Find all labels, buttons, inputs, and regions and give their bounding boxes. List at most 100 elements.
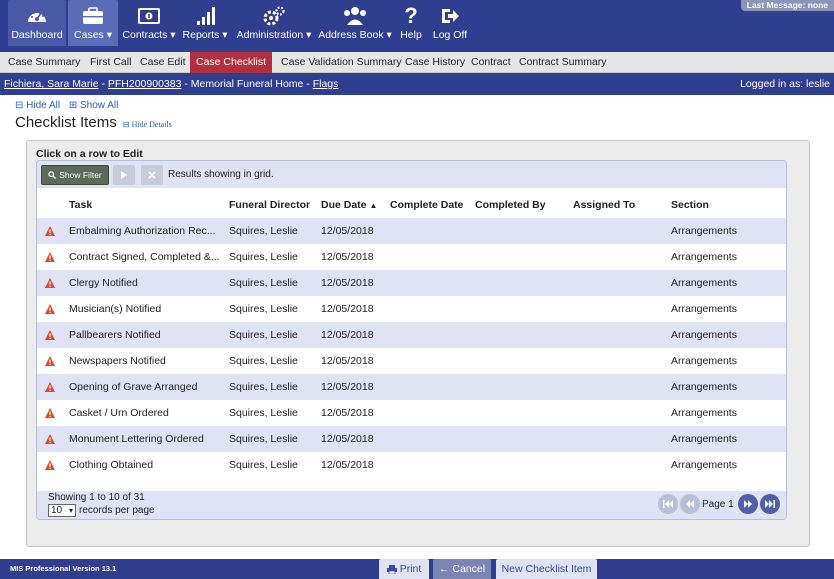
first-page-button[interactable] [658, 494, 678, 514]
cell-section: Arrangements [671, 355, 737, 367]
nav-label: Cases [74, 29, 104, 41]
cell-funeral-director: Squires, Leslie [229, 329, 298, 341]
cell-funeral-director: Squires, Leslie [229, 225, 298, 237]
records-per-page-select[interactable]: 10 ▾ [48, 504, 76, 517]
column-header-completed-by[interactable]: Completed By [475, 194, 546, 218]
new-checklist-item-button[interactable]: New Checklist Item [496, 559, 597, 579]
warning-icon [45, 330, 55, 340]
nav-label: Dashboard [11, 29, 63, 41]
cell-task: Clergy Notified [69, 277, 138, 289]
panel-caption: Click on a row to Edit [36, 148, 143, 160]
tab-case-checklist[interactable]: Case Checklist [190, 52, 272, 73]
nav-reports[interactable]: Reports ▾ [182, 0, 228, 46]
table-row[interactable]: Embalming Authorization Rec... Squires, L… [37, 218, 786, 244]
tab-contract[interactable]: Contract [471, 52, 511, 73]
tab-first-call[interactable]: First Call [90, 52, 131, 73]
show-filter-button[interactable]: Show Filter [41, 165, 109, 185]
tab-contract-summary[interactable]: Contract Summary [519, 52, 607, 73]
users-icon [342, 5, 368, 27]
warning-icon [45, 356, 55, 366]
tab-case-edit[interactable]: Case Edit [140, 52, 186, 73]
bar-chart-icon [194, 5, 216, 27]
table-row[interactable]: Casket / Urn Ordered Squires, Leslie 12/05… [37, 400, 786, 426]
cell-due-date: 12/05/2018 [321, 277, 374, 289]
logout-icon [440, 5, 460, 27]
flags-link[interactable]: Flags [313, 78, 339, 90]
briefcase-icon [82, 5, 104, 27]
last-page-icon [765, 500, 775, 508]
nav-label: Help [400, 29, 422, 41]
table-row[interactable]: Pallbearers Notified Squires, Leslie 12/05… [37, 322, 786, 348]
cell-funeral-director: Squires, Leslie [229, 407, 298, 419]
funeral-home-name: - Memorial Funeral Home - [181, 78, 313, 90]
printer-icon [386, 564, 397, 574]
results-status-text: Results showing in grid. [168, 169, 274, 180]
cell-funeral-director: Squires, Leslie [229, 355, 298, 367]
warning-icon [45, 408, 55, 418]
cell-task: Pallbearers Notified [69, 329, 161, 341]
expand-toggles: ⊟ Hide All ⊞ Show All [15, 100, 124, 111]
table-row[interactable]: Clergy Notified Squires, Leslie 12/05/2018… [37, 270, 786, 296]
clear-filter-button[interactable] [141, 165, 163, 185]
records-per-page-label: records per page [79, 505, 155, 516]
column-header-funeral-director[interactable]: Funeral Director [229, 194, 310, 218]
nav-address-book[interactable]: Address Book ▾ [318, 0, 392, 46]
warning-icon [45, 226, 55, 236]
column-header-task[interactable]: Task [69, 194, 92, 218]
hide-details-link[interactable]: ⊟ Hide Details [123, 120, 172, 129]
table-row[interactable]: Monument Lettering Ordered Squires, Lesli… [37, 426, 786, 452]
column-header-complete-date[interactable]: Complete Date [390, 194, 464, 218]
next-page-button[interactable] [738, 494, 758, 514]
client-name-link[interactable]: Fichiera, Sara Marie [4, 78, 99, 90]
cell-funeral-director: Squires, Leslie [229, 251, 298, 263]
cancel-button[interactable]: ← Cancel [433, 559, 491, 579]
logged-in-user: Logged in as: leslie [740, 78, 830, 90]
nav-cases[interactable]: Cases ▾ [68, 0, 118, 46]
nav-contracts[interactable]: Contracts ▾ [120, 0, 178, 46]
table-row[interactable]: Musician(s) Notified Squires, Leslie 12/05… [37, 296, 786, 322]
table-row[interactable]: Newspapers Notified Squires, Leslie 12/05/… [37, 348, 786, 374]
nav-log-off[interactable]: Log Off [430, 0, 470, 46]
show-all-link[interactable]: ⊞ Show All [69, 100, 119, 111]
nav-administration[interactable]: Administration ▾ [236, 0, 312, 46]
cell-due-date: 12/05/2018 [321, 355, 374, 367]
hide-all-link[interactable]: ⊟ Hide All [15, 100, 60, 111]
previous-page-button[interactable] [680, 494, 700, 514]
print-button[interactable]: Print [379, 559, 429, 579]
cell-task: Newspapers Notified [69, 355, 166, 367]
table-row[interactable]: Contract Signed, Completed &... Squires, … [37, 244, 786, 270]
first-page-icon [663, 500, 673, 508]
nav-dashboard[interactable]: Dashboard [8, 0, 66, 46]
print-label: Print [399, 563, 422, 575]
cell-task: Monument Lettering Ordered [69, 433, 204, 445]
records-per-page-value: 10 [51, 505, 63, 516]
top-navigation: Dashboard Cases ▾ Contracts ▾ Reports ▾ … [0, 0, 834, 52]
table-row[interactable]: Opening of Grave Arranged Squires, Leslie… [37, 374, 786, 400]
column-header-section[interactable]: Section [671, 194, 709, 218]
last-page-button[interactable] [760, 494, 780, 514]
page-title-text: Checklist Items [15, 114, 117, 131]
cell-task: Embalming Authorization Rec... [69, 225, 216, 237]
cell-funeral-director: Squires, Leslie [229, 381, 298, 393]
tab-case-validation-summary[interactable]: Case Validation Summary [281, 52, 402, 73]
case-number-link[interactable]: PFH200900383 [108, 78, 182, 90]
cell-task: Opening of Grave Arranged [69, 381, 198, 393]
tab-case-history[interactable]: Case History [405, 52, 465, 73]
tab-case-summary[interactable]: Case Summary [8, 52, 80, 73]
grid-toolbar: Show Filter Results showing in grid. [37, 161, 786, 188]
cell-funeral-director: Squires, Leslie [229, 433, 298, 445]
cell-due-date: 12/05/2018 [321, 303, 374, 315]
cell-section: Arrangements [671, 277, 737, 289]
last-message[interactable]: Last Message: none [740, 0, 834, 11]
page-title: Checklist Items ⊟ Hide Details [15, 114, 172, 131]
column-header-due-date[interactable]: Due Date ▲ [321, 194, 377, 218]
cell-section: Arrangements [671, 433, 737, 445]
apply-filter-button[interactable] [113, 165, 135, 185]
chevron-down-icon: ▾ [68, 506, 73, 515]
table-row[interactable]: Clothing Obtained Squires, Leslie 12/05/20… [37, 452, 786, 478]
show-filter-label: Show Filter [59, 170, 102, 180]
column-header-assigned-to[interactable]: Assigned To [573, 194, 635, 218]
nav-help[interactable]: ? Help [398, 0, 424, 46]
cell-section: Arrangements [671, 225, 737, 237]
version-label: MIS Professional Version 13.1 [10, 564, 117, 573]
